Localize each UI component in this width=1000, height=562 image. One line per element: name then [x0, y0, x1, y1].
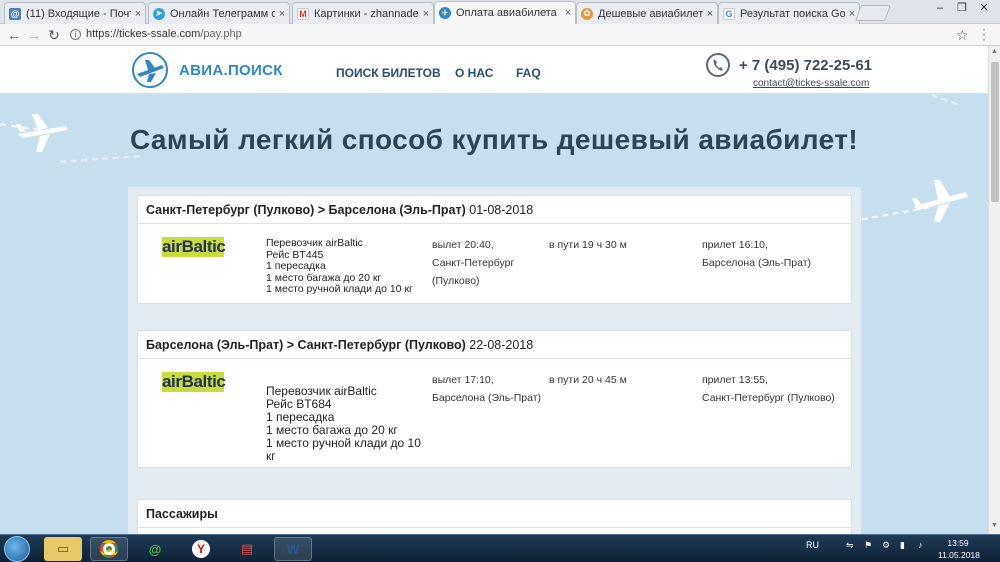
- arrival-info: прилет 16:10, Барселона (Эль-Прат): [702, 239, 812, 269]
- flight-card-outbound: Санкт-Петербург (Пулково) > Барселона (Э…: [137, 195, 852, 304]
- mail-icon: @: [9, 7, 21, 20]
- flight-details: Перевозчик airBaltic Рейс BT445 1 переса…: [266, 237, 413, 295]
- tab-cheap-tickets[interactable]: ✿ Дешевые авиабилеты: п ×: [576, 2, 718, 24]
- airline-logo: airBaltic: [162, 237, 226, 257]
- site-icon-2: ✿: [581, 7, 593, 20]
- info-icon[interactable]: i: [70, 29, 81, 40]
- browser-tab-strip: @ (11) Входящие - Почта × ➤ Онлайн Телег…: [0, 0, 1000, 24]
- passengers-title: Пассажиры: [138, 500, 851, 528]
- flag-icon[interactable]: ⚑: [864, 540, 872, 551]
- phone-icon: [706, 53, 730, 77]
- flight-route-header: Барселона (Эль-Прат) > Санкт-Петербург (…: [138, 331, 851, 359]
- tab-payment[interactable]: ✈ Оплата авиабилета ×: [434, 1, 576, 24]
- chrome-icon[interactable]: [90, 537, 128, 561]
- bookmark-star-icon[interactable]: ☆: [956, 27, 969, 44]
- scroll-down-icon[interactable]: ▼: [991, 522, 998, 529]
- flight-duration: в пути 19 ч 30 м: [549, 239, 627, 251]
- volume-icon[interactable]: ♪: [918, 540, 923, 550]
- google-icon: G: [723, 7, 735, 20]
- close-icon[interactable]: ×: [275, 8, 289, 20]
- flight-card-return: Барселона (Эль-Прат) > Санкт-Петербург (…: [137, 330, 852, 468]
- flight-duration: в пути 20 ч 45 м: [549, 374, 627, 386]
- tab-telegram[interactable]: ➤ Онлайн Телеграмм с пр ×: [148, 2, 290, 24]
- new-tab-button[interactable]: [855, 5, 891, 21]
- plane-logo-icon[interactable]: [132, 52, 168, 88]
- close-icon[interactable]: ×: [703, 8, 717, 20]
- restore-icon[interactable]: ❐: [952, 0, 972, 16]
- tray-icon[interactable]: ⇋: [846, 540, 854, 551]
- clock[interactable]: 13:59 11.05.2018: [938, 537, 980, 561]
- nav-search-tickets[interactable]: ПОИСК БИЛЕТОВ: [336, 66, 441, 80]
- gmail-icon: M: [297, 7, 309, 20]
- contact-email-link[interactable]: contact@tickes-ssale.com: [753, 78, 869, 89]
- close-window-icon[interactable]: ✕: [974, 0, 994, 16]
- winrar-icon[interactable]: ▤: [228, 537, 266, 561]
- arrival-info: прилет 13:55, Санкт-Петербург (Пулково): [702, 374, 835, 404]
- airline-logo: airBaltic: [162, 372, 226, 392]
- close-icon[interactable]: ×: [131, 8, 145, 20]
- word-icon[interactable]: W: [274, 537, 312, 561]
- nav-faq[interactable]: FAQ: [516, 66, 541, 80]
- plane-decoration-icon: [912, 180, 968, 222]
- scrollbar-thumb[interactable]: [991, 62, 999, 202]
- departure-info: вылет 20:40, Санкт-Петербург (Пулково): [432, 239, 515, 287]
- tab-mail[interactable]: @ (11) Входящие - Почта ×: [4, 2, 146, 24]
- page: АВИА.ПОИСК ПОИСК БИЛЕТОВ О НАС FAQ + 7 (…: [0, 46, 988, 534]
- close-icon[interactable]: ×: [419, 8, 433, 20]
- telegram-icon: ➤: [153, 7, 165, 20]
- reload-icon[interactable]: ↻: [46, 26, 62, 44]
- flight-route-header: Санкт-Петербург (Пулково) > Барселона (Э…: [138, 196, 851, 224]
- forward-icon[interactable]: →: [26, 26, 42, 44]
- nav-about[interactable]: О НАС: [455, 66, 493, 80]
- url-field[interactable]: https://tickes-ssale.com/pay.php: [86, 28, 242, 40]
- phone-number[interactable]: + 7 (495) 722-25-61: [739, 57, 872, 74]
- back-icon[interactable]: ←: [6, 26, 22, 44]
- language-indicator[interactable]: RU: [806, 540, 819, 550]
- close-icon[interactable]: ×: [561, 7, 575, 19]
- tab-pictures[interactable]: M Картинки - zhannadenik ×: [292, 2, 434, 24]
- address-bar: ← → ↻ i https://tickes-ssale.com/pay.php…: [0, 23, 1000, 46]
- minimize-icon[interactable]: –: [930, 0, 950, 16]
- flight-date: 22-08-2018: [469, 338, 534, 352]
- tray-icon[interactable]: ⚙: [882, 540, 890, 551]
- vertical-scrollbar[interactable]: ▲ ▼: [988, 46, 1000, 534]
- page-title: Самый легкий способ купить дешевый авиаб…: [129, 124, 859, 155]
- tab-google[interactable]: G Результат поиска Googl ×: [718, 2, 860, 24]
- site-header: АВИА.ПОИСК ПОИСК БИЛЕТОВ О НАС FAQ + 7 (…: [0, 46, 988, 94]
- passengers-card: Пассажиры: [137, 499, 852, 534]
- yandex-browser-icon[interactable]: Y: [182, 537, 220, 561]
- taskbar: ▭ @ Y ▤ W RU ⇋ ⚑ ⚙ ▮ ♪ 13:59 11.05.2018: [0, 534, 1000, 562]
- decorative-trail: [60, 155, 140, 163]
- explorer-icon[interactable]: ▭: [44, 537, 82, 561]
- scroll-up-icon[interactable]: ▲: [991, 48, 998, 55]
- flight-details: Перевозчик airBaltic Рейс BT684 1 переса…: [266, 384, 421, 463]
- menu-icon[interactable]: · · ·: [982, 23, 986, 45]
- departure-info: вылет 17:10, Барселона (Эль-Прат): [432, 374, 542, 404]
- flight-date: 01-08-2018: [469, 203, 534, 217]
- start-button[interactable]: [4, 536, 30, 562]
- network-icon[interactable]: ▮: [900, 540, 905, 551]
- at-mail-icon[interactable]: @: [136, 537, 174, 561]
- site-icon: ✈: [439, 7, 451, 19]
- site-logo-text[interactable]: АВИА.ПОИСК: [179, 62, 283, 79]
